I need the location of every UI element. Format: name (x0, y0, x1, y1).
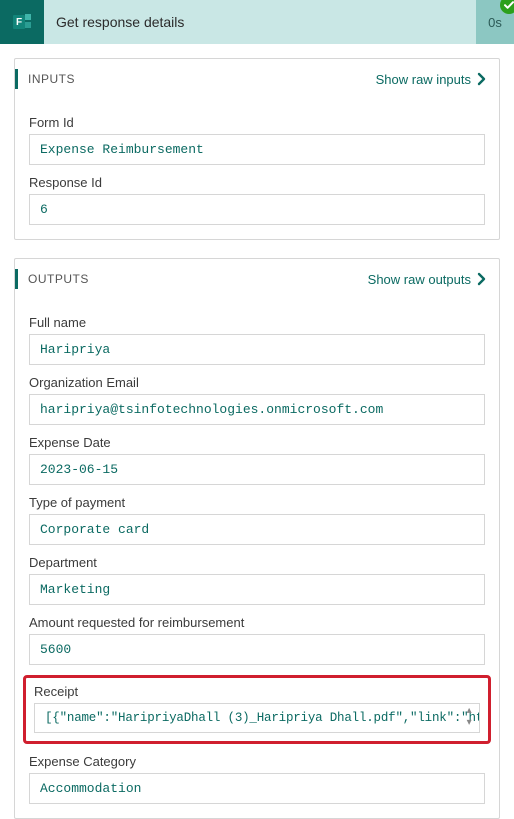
inputs-panel-header: INPUTS Show raw inputs (15, 59, 499, 99)
expense-date-field: Expense Date 2023-06-15 (29, 435, 485, 485)
show-raw-inputs-link[interactable]: Show raw inputs (376, 72, 487, 87)
org-email-field: Organization Email haripriya@tsinfotechn… (29, 375, 485, 425)
full-name-label: Full name (29, 315, 485, 330)
inputs-panel: INPUTS Show raw inputs Form Id Expense R… (14, 58, 500, 240)
amount-field: Amount requested for reimbursement 5600 (29, 615, 485, 665)
response-id-value[interactable]: 6 (29, 194, 485, 225)
expense-date-value[interactable]: 2023-06-15 (29, 454, 485, 485)
receipt-highlight: Receipt [{"name":"HaripriyaDhall (3)_Har… (23, 675, 491, 744)
form-id-field: Form Id Expense Reimbursement (29, 115, 485, 165)
expense-category-label: Expense Category (29, 754, 485, 769)
inputs-title: INPUTS (28, 72, 75, 86)
outputs-panel-header: OUTPUTS Show raw outputs (15, 259, 499, 299)
accent-bar (15, 269, 18, 289)
org-email-value[interactable]: haripriya@tsinfotechnologies.onmicrosoft… (29, 394, 485, 425)
forms-icon: F (0, 0, 44, 44)
expense-date-label: Expense Date (29, 435, 485, 450)
department-value[interactable]: Marketing (29, 574, 485, 605)
raw-outputs-label: Show raw outputs (368, 272, 471, 287)
payment-type-field: Type of payment Corporate card (29, 495, 485, 545)
card-title: Get response details (44, 14, 476, 30)
show-raw-outputs-link[interactable]: Show raw outputs (368, 272, 487, 287)
svg-text:F: F (16, 17, 22, 28)
textarea-scroll-icon[interactable]: ▴▾ (462, 707, 476, 729)
full-name-value[interactable]: Haripriya (29, 334, 485, 365)
accent-bar (15, 69, 18, 89)
response-id-field: Response Id 6 (29, 175, 485, 225)
card-header: F Get response details 0s (0, 0, 514, 44)
payment-type-value[interactable]: Corporate card (29, 514, 485, 545)
chevron-right-icon (477, 72, 487, 86)
expense-category-value[interactable]: Accommodation (29, 773, 485, 804)
receipt-text: [{"name":"HaripriyaDhall (3)_Haripriya D… (45, 711, 480, 725)
outputs-title: OUTPUTS (28, 272, 89, 286)
raw-inputs-label: Show raw inputs (376, 72, 471, 87)
chevron-right-icon (477, 272, 487, 286)
full-name-field: Full name Haripriya (29, 315, 485, 365)
amount-label: Amount requested for reimbursement (29, 615, 485, 630)
outputs-panel: OUTPUTS Show raw outputs Full name Harip… (14, 258, 500, 819)
amount-value[interactable]: 5600 (29, 634, 485, 665)
receipt-field: Receipt [{"name":"HaripriyaDhall (3)_Har… (34, 684, 480, 733)
form-id-value[interactable]: Expense Reimbursement (29, 134, 485, 165)
org-email-label: Organization Email (29, 375, 485, 390)
payment-type-label: Type of payment (29, 495, 485, 510)
response-id-label: Response Id (29, 175, 485, 190)
form-id-label: Form Id (29, 115, 485, 130)
expense-category-field: Expense Category Accommodation (29, 754, 485, 804)
department-field: Department Marketing (29, 555, 485, 605)
receipt-value[interactable]: [{"name":"HaripriyaDhall (3)_Haripriya D… (34, 703, 480, 733)
department-label: Department (29, 555, 485, 570)
receipt-label: Receipt (34, 684, 480, 699)
